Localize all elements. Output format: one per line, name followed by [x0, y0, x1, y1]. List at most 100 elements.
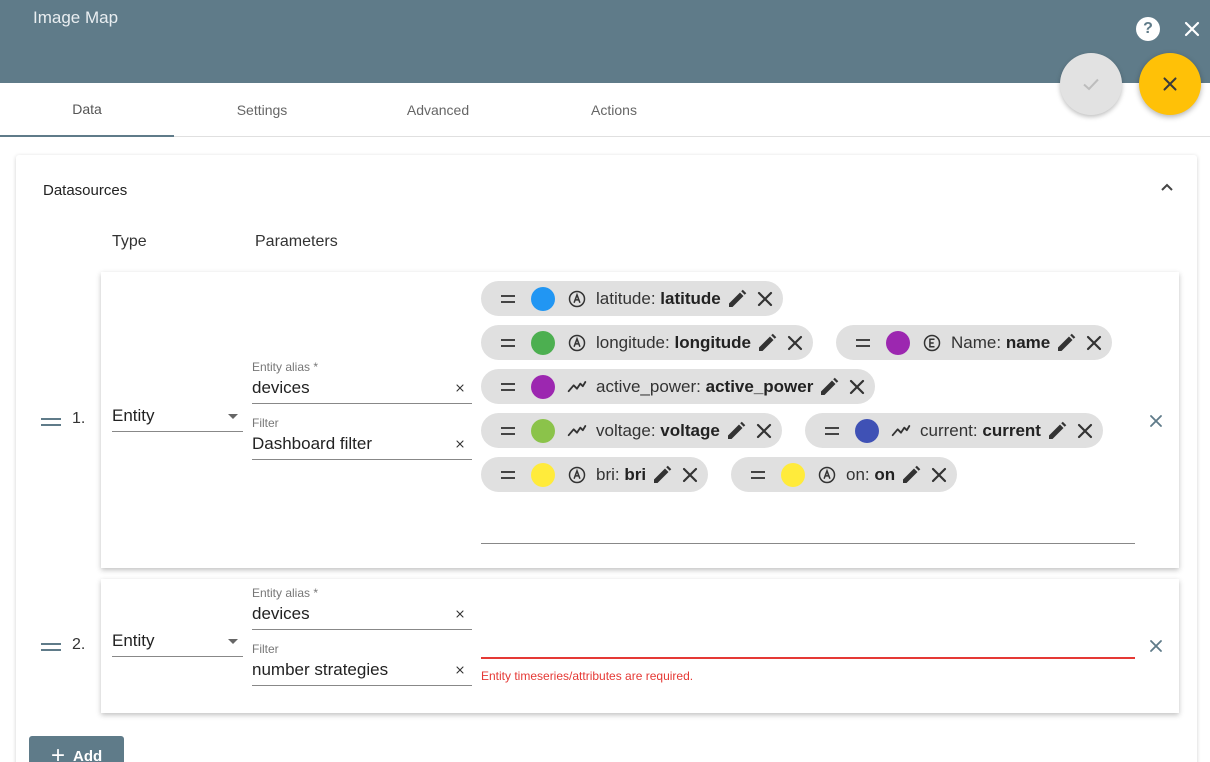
drag-handle-icon[interactable] — [41, 640, 61, 654]
edit-icon[interactable] — [817, 375, 841, 399]
remove-icon[interactable] — [678, 463, 702, 487]
color-swatch[interactable] — [531, 286, 555, 311]
attribute-icon — [817, 465, 837, 485]
panel-title: Datasources — [43, 182, 128, 199]
edit-icon[interactable] — [1054, 331, 1078, 355]
attribute-icon — [567, 465, 587, 485]
tab-bar: Data Settings Advanced Actions — [0, 83, 1210, 137]
key-label: longitude: longitude — [596, 332, 751, 352]
key-chip[interactable]: voltage: voltage — [481, 413, 782, 448]
entity-alias-field[interactable]: Entity alias * devices — [252, 586, 472, 630]
timeseries-icon — [567, 377, 587, 397]
key-chip[interactable]: current: current — [805, 413, 1103, 448]
key-chip[interactable]: Name: name — [836, 325, 1113, 360]
key-chip[interactable]: on: on — [731, 457, 958, 492]
row-index: 2. — [72, 636, 86, 653]
dialog-title: Image Map — [33, 8, 119, 27]
tab-advanced[interactable]: Advanced — [351, 83, 525, 137]
type-value: Entity — [112, 631, 155, 650]
key-chip[interactable]: bri: bri — [481, 457, 709, 492]
remove-datasource-icon[interactable] — [1146, 636, 1166, 656]
color-swatch[interactable] — [531, 374, 555, 399]
entity-field-icon — [922, 333, 942, 353]
datasource-row: 1. Entity Entity alias * devices Filter … — [41, 272, 1179, 568]
entity-alias-label: Entity alias * — [252, 586, 319, 600]
entity-alias-label: Entity alias * — [252, 360, 319, 374]
drag-handle-icon[interactable] — [41, 415, 61, 429]
drag-handle-icon[interactable] — [501, 426, 515, 435]
drag-handle-icon[interactable] — [825, 426, 839, 435]
key-chip[interactable]: active_power: active_power — [481, 369, 876, 404]
drag-handle-icon[interactable] — [501, 338, 515, 347]
remove-icon[interactable] — [783, 331, 807, 355]
key-label: current: current — [920, 420, 1041, 440]
tab-data[interactable]: Data — [0, 83, 174, 137]
filter-value: number strategies — [252, 660, 389, 679]
edit-icon[interactable] — [755, 331, 779, 355]
edit-icon[interactable] — [899, 463, 923, 487]
remove-icon[interactable] — [845, 375, 869, 399]
remove-datasource-icon[interactable] — [1146, 411, 1166, 431]
keys-input[interactable] — [481, 657, 1135, 659]
drag-handle-icon[interactable] — [501, 294, 515, 303]
row-index: 1. — [72, 410, 86, 427]
column-parameters: Parameters — [255, 233, 338, 250]
key-chip[interactable]: latitude: latitude — [481, 281, 783, 316]
chevron-up-icon[interactable] — [1159, 179, 1175, 195]
error-message: Entity timeseries/attributes are require… — [481, 669, 694, 683]
edit-icon[interactable] — [725, 287, 749, 311]
drag-handle-icon[interactable] — [856, 338, 870, 347]
column-type: Type — [112, 233, 147, 250]
clear-icon[interactable] — [454, 382, 466, 394]
color-swatch[interactable] — [781, 462, 805, 487]
key-label: latitude: latitude — [596, 288, 721, 308]
edit-icon[interactable] — [1045, 419, 1069, 443]
keys-input[interactable] — [481, 543, 1135, 544]
remove-icon[interactable] — [927, 463, 951, 487]
help-icon[interactable]: ? — [1136, 17, 1160, 41]
key-label: active_power: active_power — [596, 376, 814, 396]
tab-actions[interactable]: Actions — [527, 83, 701, 137]
timeseries-icon — [891, 421, 911, 441]
key-label: bri: bri — [596, 464, 647, 484]
key-chip[interactable]: longitude: longitude — [481, 325, 813, 360]
entity-alias-value: devices — [252, 604, 310, 623]
add-datasource-button[interactable]: + Add — [29, 736, 124, 762]
key-label: Name: name — [951, 332, 1051, 352]
filter-field[interactable]: Filter Dashboard filter — [252, 416, 472, 460]
drag-handle-icon[interactable] — [501, 382, 515, 391]
close-icon[interactable] — [1180, 16, 1204, 42]
plus-icon: + — [51, 742, 66, 762]
attribute-icon — [567, 289, 587, 309]
type-value: Entity — [112, 406, 155, 425]
type-select[interactable]: Entity — [112, 404, 243, 432]
type-select[interactable]: Entity — [112, 629, 243, 657]
remove-icon[interactable] — [1082, 331, 1106, 355]
color-swatch[interactable] — [531, 462, 555, 487]
clear-icon[interactable] — [454, 608, 466, 620]
color-swatch[interactable] — [531, 330, 555, 355]
drag-handle-icon[interactable] — [501, 470, 515, 479]
filter-label: Filter — [252, 642, 279, 656]
drag-handle-icon[interactable] — [751, 470, 765, 479]
remove-icon[interactable] — [752, 419, 776, 443]
edit-icon[interactable] — [650, 463, 674, 487]
edit-icon[interactable] — [724, 419, 748, 443]
color-swatch[interactable] — [855, 418, 879, 443]
clear-icon[interactable] — [454, 664, 466, 676]
attribute-icon — [567, 333, 587, 353]
remove-icon[interactable] — [753, 287, 777, 311]
timeseries-icon — [567, 421, 587, 441]
entity-alias-value: devices — [252, 378, 310, 397]
dropdown-arrow-icon — [228, 414, 238, 419]
clear-icon[interactable] — [454, 438, 466, 450]
filter-field[interactable]: Filter number strategies — [252, 642, 472, 686]
remove-icon[interactable] — [1073, 419, 1097, 443]
tab-settings[interactable]: Settings — [175, 83, 349, 137]
entity-alias-field[interactable]: Entity alias * devices — [252, 360, 472, 404]
dialog-header: Image Map ? — [0, 0, 1210, 83]
dropdown-arrow-icon — [228, 639, 238, 644]
color-swatch[interactable] — [531, 418, 555, 443]
color-swatch[interactable] — [886, 330, 910, 355]
key-label: on: on — [846, 464, 896, 484]
